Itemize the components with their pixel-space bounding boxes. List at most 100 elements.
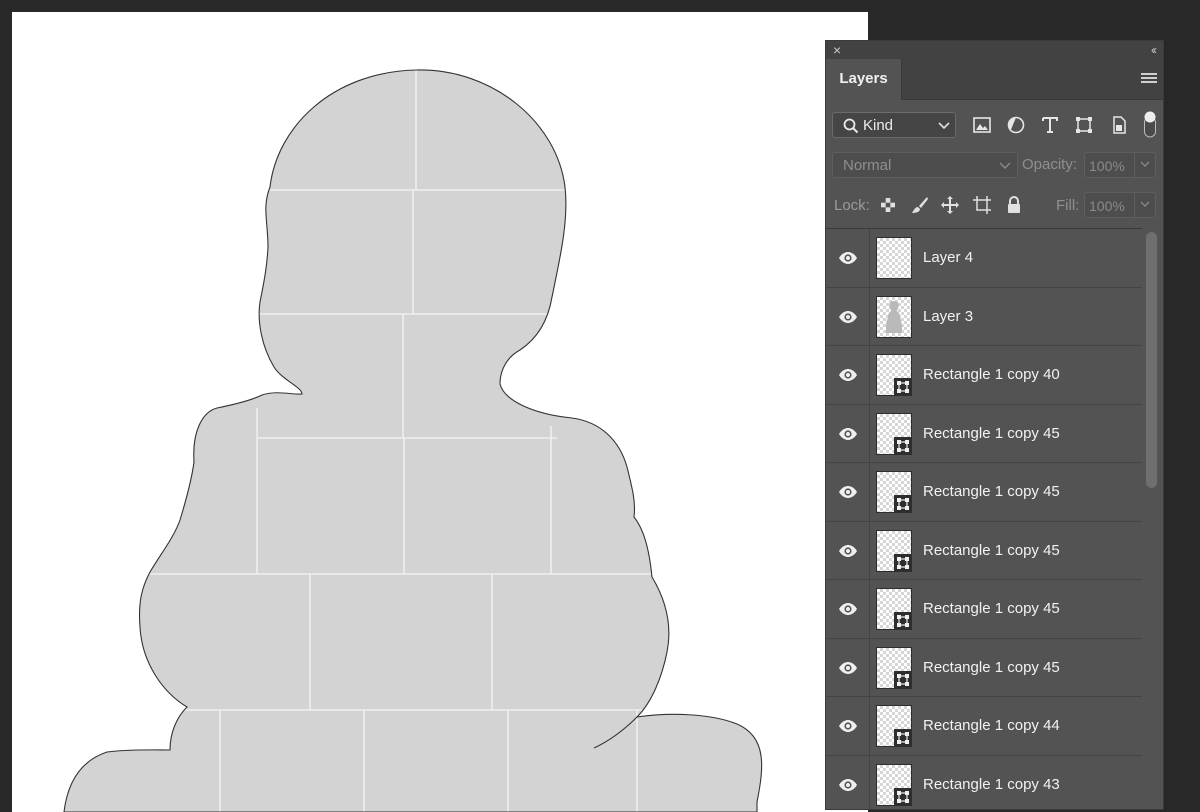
layer-name: Rectangle 1 copy 45 xyxy=(923,483,1060,500)
eye-icon xyxy=(839,427,857,440)
child-silhouette-collage xyxy=(63,69,763,812)
lock-label: Lock: xyxy=(834,197,870,214)
eye-icon xyxy=(839,661,857,674)
visibility-toggle[interactable] xyxy=(826,638,870,696)
lock-options-row: Lock: Fill: 100% xyxy=(826,191,1163,219)
blend-options-row: Normal Opacity: 100% xyxy=(826,151,1163,179)
tab-layers[interactable]: Layers xyxy=(826,59,902,100)
document-canvas[interactable] xyxy=(12,12,868,812)
silhouette-thumbnail-icon xyxy=(886,300,902,333)
layer-thumbnail xyxy=(876,763,912,806)
filter-kind-label: Kind xyxy=(863,117,894,134)
layer-list[interactable]: Layer 4 Layer 3 Rectangle 1 copy 40 Rect… xyxy=(826,228,1142,809)
collapse-panel-icon[interactable]: ‹‹ xyxy=(1151,42,1157,58)
layer-thumbnail xyxy=(876,529,912,572)
layer-name: Layer 4 xyxy=(923,249,974,266)
filter-toggle-switch[interactable] xyxy=(1144,111,1156,139)
layer-name: Rectangle 1 copy 45 xyxy=(923,541,1060,559)
layer-row[interactable]: Layer 3 xyxy=(826,287,1142,346)
opacity-field[interactable]: 100% xyxy=(1084,152,1156,178)
layer-thumbnail xyxy=(876,471,912,513)
layer-thumbnail xyxy=(876,295,912,338)
eye-icon xyxy=(839,369,857,381)
layer-row[interactable]: Rectangle 1 copy 45 xyxy=(826,580,1142,639)
type-filter-icon[interactable] xyxy=(1040,115,1060,135)
fill-field[interactable]: 100% xyxy=(1084,192,1156,218)
eye-icon xyxy=(839,486,857,498)
panel-title-bar: × ‹‹ xyxy=(826,41,1163,59)
eye-icon xyxy=(839,603,857,615)
layer-name: Rectangle 1 copy 45 xyxy=(923,600,1060,617)
shape-layer-icon xyxy=(894,612,912,630)
fill-dropdown[interactable] xyxy=(1134,193,1155,217)
visibility-toggle[interactable] xyxy=(826,287,870,345)
shape-layer-icon xyxy=(894,378,912,396)
layer-name: Rectangle 1 copy 44 xyxy=(923,717,1060,734)
visibility-toggle[interactable] xyxy=(826,404,870,462)
lock-position-icon[interactable] xyxy=(940,195,960,215)
fill-value: 100% xyxy=(1089,198,1125,214)
layer-list-scrollbar[interactable] xyxy=(1142,228,1163,809)
eye-icon xyxy=(839,778,857,791)
layer-name: Rectangle 1 copy 45 xyxy=(923,658,1060,676)
visibility-toggle[interactable] xyxy=(826,346,870,404)
smart-object-filter-icon[interactable] xyxy=(1109,115,1129,135)
layer-thumbnail xyxy=(876,412,912,455)
image-filter-icon[interactable] xyxy=(972,115,992,135)
layer-row[interactable]: Rectangle 1 copy 45 xyxy=(826,638,1142,697)
blend-mode-select[interactable]: Normal xyxy=(832,152,1018,178)
chevron-down-icon xyxy=(1140,161,1150,167)
shape-layer-icon xyxy=(894,495,912,513)
shape-filter-icon[interactable] xyxy=(1074,115,1094,135)
visibility-toggle[interactable] xyxy=(826,697,870,755)
lock-transparent-pixels-icon[interactable] xyxy=(878,195,898,215)
chevron-down-icon xyxy=(938,122,950,130)
layer-thumbnail xyxy=(876,705,912,747)
lock-image-pixels-icon[interactable] xyxy=(910,195,930,215)
layer-name: Layer 3 xyxy=(923,307,974,325)
shape-layer-icon xyxy=(894,553,912,572)
visibility-toggle[interactable] xyxy=(826,580,870,638)
layers-panel: × ‹‹ Layers Kind Normal Opacity: 100% Lo… xyxy=(825,40,1164,810)
layer-row[interactable]: Rectangle 1 copy 43 xyxy=(826,755,1142,809)
shape-layer-icon xyxy=(894,670,912,689)
eye-icon xyxy=(839,720,857,732)
search-icon xyxy=(843,118,859,134)
lock-artboard-icon[interactable] xyxy=(972,195,992,215)
opacity-dropdown[interactable] xyxy=(1134,153,1155,177)
layer-row[interactable]: Layer 4 xyxy=(826,229,1142,288)
adjustment-filter-icon[interactable] xyxy=(1006,115,1026,135)
layer-name: Rectangle 1 copy 45 xyxy=(923,424,1060,442)
visibility-toggle[interactable] xyxy=(826,463,870,521)
layer-thumbnail xyxy=(876,237,912,279)
layer-row[interactable]: Rectangle 1 copy 44 xyxy=(826,697,1142,756)
fill-label: Fill: xyxy=(1056,197,1080,214)
layer-row[interactable]: Rectangle 1 copy 40 xyxy=(826,346,1142,405)
layer-filter-row: Kind xyxy=(826,111,1163,139)
close-panel-icon[interactable]: × xyxy=(833,42,841,58)
eye-icon xyxy=(839,310,857,323)
opacity-label: Opacity: xyxy=(1022,156,1078,173)
layer-name: Rectangle 1 copy 40 xyxy=(923,366,1060,383)
chevron-down-icon xyxy=(1140,201,1150,207)
visibility-toggle[interactable] xyxy=(826,229,870,287)
lock-all-icon[interactable] xyxy=(1004,195,1024,215)
panel-tab-bar: Layers xyxy=(826,59,1163,100)
opacity-value: 100% xyxy=(1089,158,1125,174)
eye-icon xyxy=(839,252,857,264)
layer-row[interactable]: Rectangle 1 copy 45 xyxy=(826,463,1142,522)
eye-icon xyxy=(839,544,857,557)
panel-menu-icon[interactable] xyxy=(1141,73,1157,85)
layer-name: Rectangle 1 copy 43 xyxy=(923,775,1060,793)
visibility-toggle[interactable] xyxy=(826,521,870,579)
scrollbar-thumb[interactable] xyxy=(1146,232,1157,488)
layer-row[interactable]: Rectangle 1 copy 45 xyxy=(826,521,1142,580)
layer-row[interactable]: Rectangle 1 copy 45 xyxy=(826,404,1142,463)
shape-layer-icon xyxy=(894,787,912,806)
chevron-down-icon xyxy=(999,162,1011,169)
layer-thumbnail xyxy=(876,588,912,630)
blend-mode-value: Normal xyxy=(843,157,892,174)
filter-kind-select[interactable]: Kind xyxy=(832,112,956,138)
visibility-toggle[interactable] xyxy=(826,755,870,809)
layer-thumbnail xyxy=(876,354,912,396)
